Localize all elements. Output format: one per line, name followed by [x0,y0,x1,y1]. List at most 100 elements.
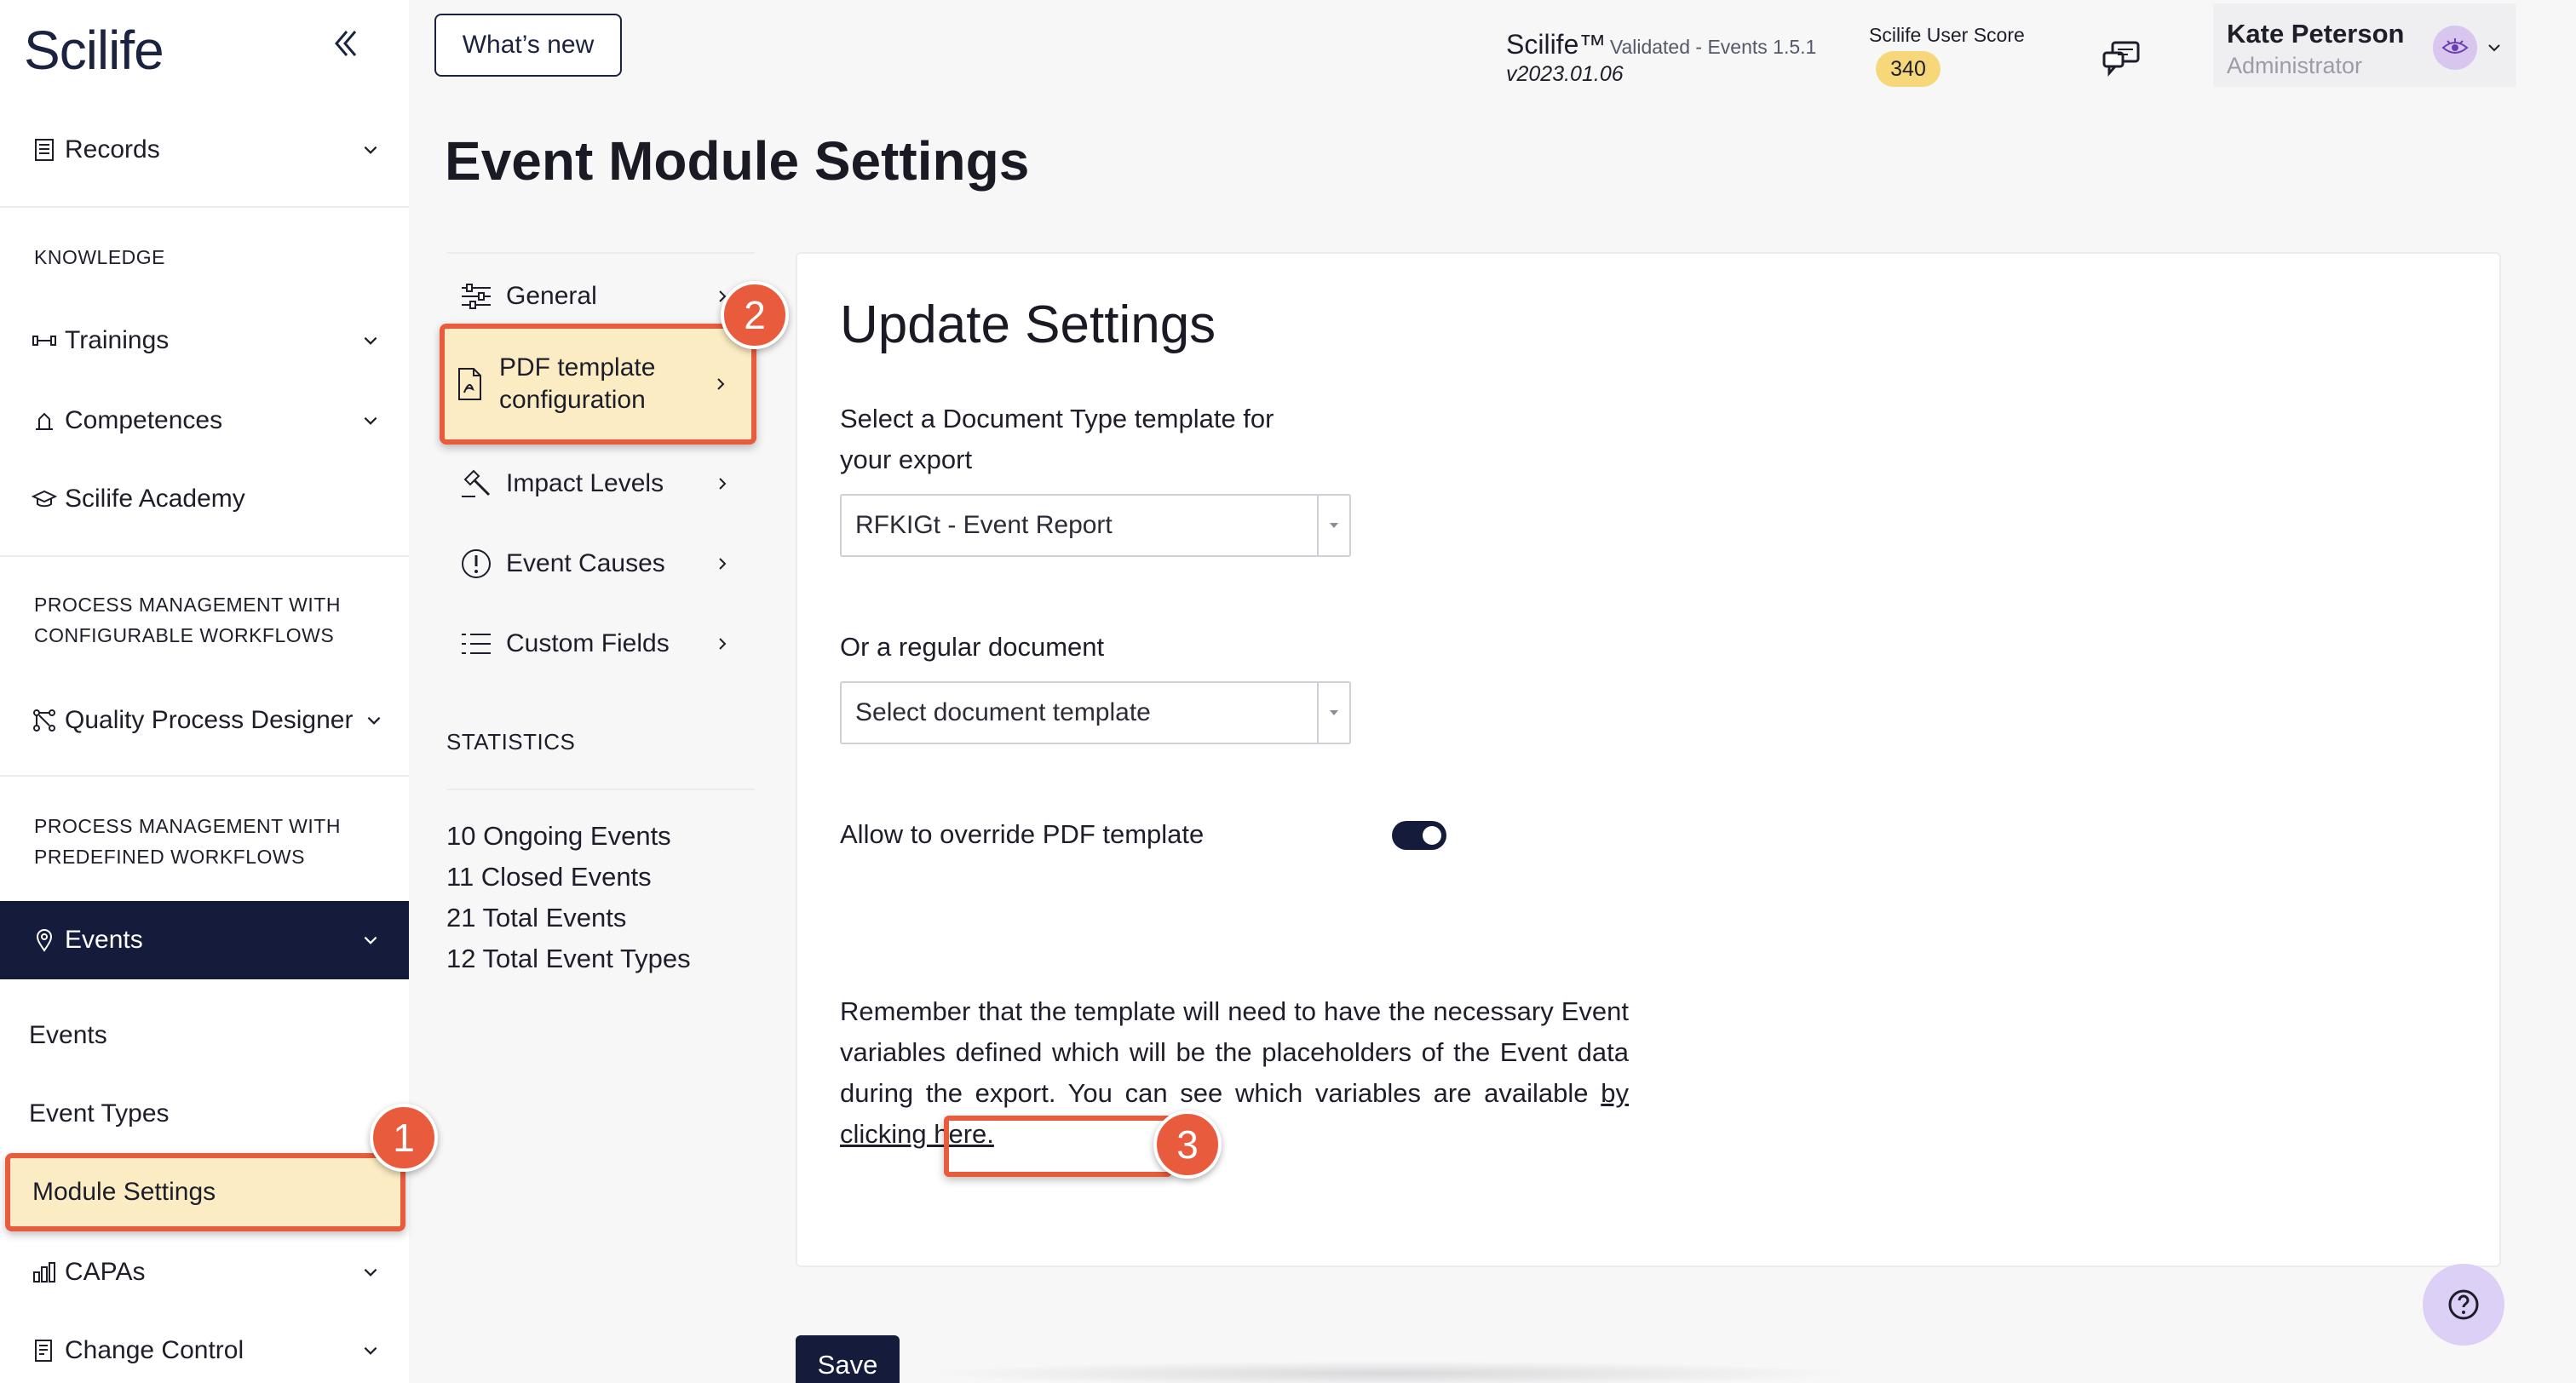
doc-type-label-line: Select a Document Type template for [840,404,1274,433]
sidebar-subitem-event-types[interactable]: Event Types [0,1080,409,1148]
settings-nav-general[interactable]: General [446,261,753,332]
save-button[interactable]: Save [796,1335,900,1383]
sidebar-item-competences[interactable]: Competences [0,387,409,455]
sidebar-subitem-module-settings[interactable]: Module Settings [5,1153,405,1231]
sidebar-item-label: Records [65,135,160,164]
settings-nav-label-line: configuration [499,386,646,414]
annotation-step-2: 2 [721,281,789,349]
sidebar-item-label: CAPAs [65,1258,146,1286]
sidebar: Scilife Records KNOWLEDGE Trainings Comp… [0,0,409,1383]
help-button[interactable] [2423,1264,2504,1346]
change-control-icon [29,1335,60,1366]
regular-doc-label: Or a regular document [840,632,1105,662]
chevron-down-icon [364,936,377,944]
doc-type-label: Select a Document Type template for your… [840,399,1274,480]
dropdown-arrow-icon [1317,496,1349,555]
version-info: Scilife™ Validated - Events 1.5.1 v2023.… [1506,29,1816,87]
regular-doc-placeholder: Select document template [855,698,1151,726]
sidebar-divider [0,775,409,777]
section-label-predefined-workflows: PROCESS MANAGEMENT WITH PREDEFINED WORKF… [34,811,341,872]
sidebar-item-records[interactable]: Records [0,116,409,184]
section-label-line: CONFIGURABLE WORKFLOWS [34,624,335,646]
capas-icon [29,1257,60,1288]
product-name: Scilife™ [1506,29,1607,60]
doc-type-select[interactable]: RFKIGt - Event Report [840,494,1351,557]
avatar [2433,26,2477,70]
records-icon [29,135,60,165]
chevron-down-icon [364,416,377,425]
dropdown-arrow-icon [1317,683,1349,743]
chevron-down-icon [364,1268,377,1277]
statistics-divider [446,789,755,790]
list-icon [458,626,494,662]
version-number: v2023.01.06 [1506,62,1624,86]
settings-nav-label: Custom Fields [506,629,670,657]
user-name: Kate Peterson [2227,19,2405,49]
scilife-logo[interactable]: Scilife [24,19,164,82]
doc-type-selected-value: RFKIGt - Event Report [855,511,1113,539]
section-label-line: PREDEFINED WORKFLOWS [34,846,305,868]
sidebar-item-academy[interactable]: Scilife Academy [0,465,409,533]
location-pin-icon [29,925,60,955]
chevron-down-icon [364,146,377,154]
settings-nav-label-line: PDF template [499,353,656,382]
eye-face-icon [2441,38,2469,54]
override-pdf-toggle[interactable] [1392,821,1446,850]
chevron-down-icon [364,336,377,345]
dumbbell-icon [29,325,60,356]
section-label-configurable-workflows: PROCESS MANAGEMENT WITH CONFIGURABLE WOR… [34,589,341,651]
whats-new-button[interactable]: What’s new [434,14,622,77]
override-label: Allow to override PDF template [840,819,1205,849]
sidebar-divider [0,555,409,557]
chevron-down-icon [364,1346,377,1355]
footer-shadow [920,1361,1857,1383]
exclamation-circle-icon [458,546,494,582]
competences-icon [29,405,60,436]
link-highlight-frame [944,1116,1172,1177]
settings-nav-impact-levels[interactable]: Impact Levels [446,448,753,519]
user-score-badge: 340 [1876,51,1941,87]
settings-nav-custom-fields[interactable]: Custom Fields [446,608,753,680]
stat-ongoing-events: 10 Ongoing Events [446,821,671,851]
settings-nav-event-causes[interactable]: Event Causes [446,528,753,600]
stat-total-events: 21 Total Events [446,903,627,933]
sidebar-item-change-control[interactable]: Change Control [0,1317,409,1383]
sliders-icon [458,278,494,314]
sidebar-item-trainings[interactable]: Trainings [0,307,409,375]
user-menu[interactable]: Kate Peterson Administrator [2213,3,2516,87]
section-label-knowledge: KNOWLEDGE [34,246,166,268]
chevron-right-icon [719,558,727,570]
section-label-line: PROCESS MANAGEMENT WITH [34,594,341,616]
section-label-line: PROCESS MANAGEMENT WITH [34,815,341,837]
stat-total-event-types: 12 Total Event Types [446,944,691,973]
workflow-icon [29,705,60,736]
chevron-right-icon [719,478,727,490]
statistics-label: STATISTICS [446,729,576,755]
gavel-icon [458,466,494,502]
settings-nav-label: Event Causes [506,549,665,577]
note-text: Remember that the template will need to … [840,996,1629,1108]
question-circle-icon [2448,1289,2479,1320]
chevron-down-icon [2488,44,2500,52]
stat-closed-events: 11 Closed Events [446,862,652,892]
pdf-file-icon [451,366,487,402]
settings-nav-pdf-template[interactable]: PDF template configuration [440,324,756,445]
chevron-right-icon [719,638,727,650]
card-title: Update Settings [840,296,1216,354]
annotation-step-1: 1 [370,1104,438,1172]
sidebar-item-label: Trainings [65,326,170,354]
settings-nav-label: Impact Levels [506,469,664,497]
regular-doc-select[interactable]: Select document template [840,681,1351,744]
sidebar-item-capas[interactable]: CAPAs [0,1238,409,1306]
sidebar-item-label: Scilife Academy [65,485,245,513]
collapse-sidebar-button[interactable] [324,22,366,65]
feedback-button[interactable] [2101,39,2143,78]
settings-nav-divider [446,252,755,254]
sidebar-divider [0,206,409,208]
chat-bubbles-icon [2102,41,2140,77]
sidebar-item-events[interactable]: Events [0,901,409,979]
settings-nav-label: PDF template configuration [499,352,655,416]
sidebar-item-quality-process-designer[interactable]: Quality Process Designer [0,686,409,755]
chevron-right-icon [717,378,725,390]
sidebar-subitem-events[interactable]: Events [0,1001,409,1070]
